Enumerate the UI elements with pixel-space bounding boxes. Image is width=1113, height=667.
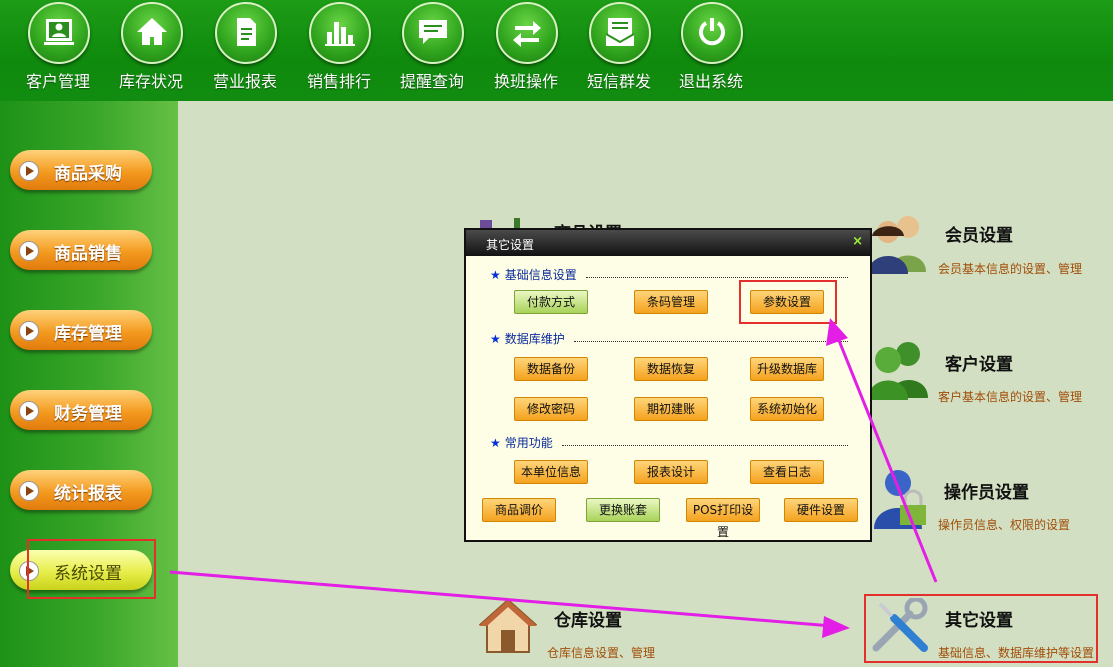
annotation-arrows bbox=[169, 318, 938, 638]
